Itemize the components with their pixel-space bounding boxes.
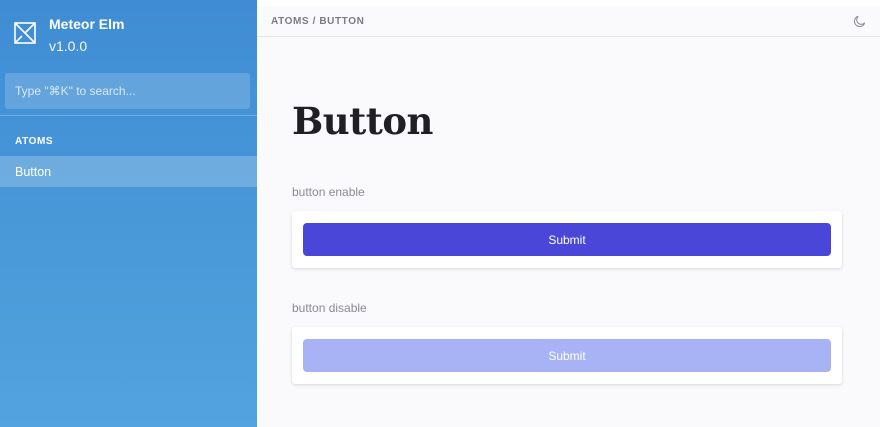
- submit-button[interactable]: Submit: [303, 223, 831, 256]
- story-label-enable: button enable: [292, 185, 365, 199]
- search-input[interactable]: [5, 73, 250, 109]
- story-card-enable: Submit: [292, 211, 842, 268]
- sidebar-divider: [0, 115, 257, 116]
- page-title: Button: [292, 99, 433, 143]
- brand-text: Meteor Elm v1.0.0: [49, 16, 124, 55]
- brand[interactable]: Meteor Elm v1.0.0: [14, 16, 124, 55]
- brand-name: Meteor Elm: [49, 16, 125, 32]
- section-title-atoms: ATOMS: [15, 136, 54, 147]
- story-label-disable: button disable: [292, 301, 367, 315]
- sidebar-item-button[interactable]: Button: [0, 156, 257, 187]
- brand-version: v1.0.0: [49, 38, 88, 54]
- topbar: ATOMS / BUTTON: [257, 6, 880, 37]
- breadcrumb: ATOMS / BUTTON: [271, 15, 365, 27]
- main-content: ATOMS / BUTTON Button button enable Subm…: [257, 6, 880, 427]
- sidebar: Meteor Elm v1.0.0 ATOMS Button: [0, 0, 257, 427]
- moon-icon[interactable]: [853, 15, 866, 28]
- logo-envelope-icon: [14, 22, 36, 44]
- story-card-disable: Submit: [292, 327, 842, 384]
- submit-button-disabled[interactable]: Submit: [303, 339, 831, 372]
- sidebar-item-label: Button: [15, 164, 52, 179]
